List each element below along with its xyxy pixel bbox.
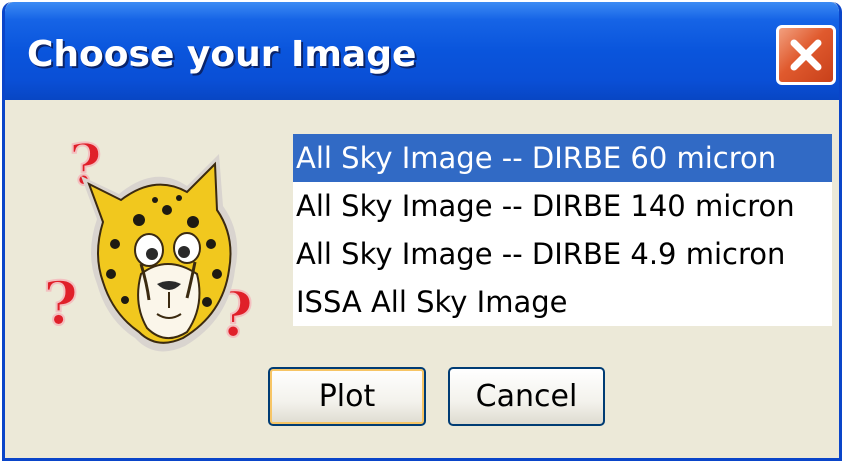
close-button[interactable] [776,25,836,85]
cancel-button[interactable]: Cancel [448,367,605,426]
close-icon [790,39,822,71]
list-item[interactable]: ISSA All Sky Image [293,278,832,326]
title-bar[interactable]: Choose your Image [5,2,839,100]
image-listbox[interactable]: All Sky Image -- DIRBE 60 micron All Sky… [293,134,832,326]
choose-image-dialog: Choose your Image ? ? ? All Sky Image --… [2,2,842,461]
list-item[interactable]: All Sky Image -- DIRBE 4.9 micron [293,230,832,278]
dialog-title: Choose your Image [27,34,417,75]
list-item[interactable]: All Sky Image -- DIRBE 140 micron [293,182,832,230]
plot-button[interactable]: Plot [268,367,426,426]
svg-text:?: ? [43,269,78,339]
cheetah-question-icon: ? ? ? [42,131,254,352]
list-item[interactable]: All Sky Image -- DIRBE 60 micron [293,134,832,182]
